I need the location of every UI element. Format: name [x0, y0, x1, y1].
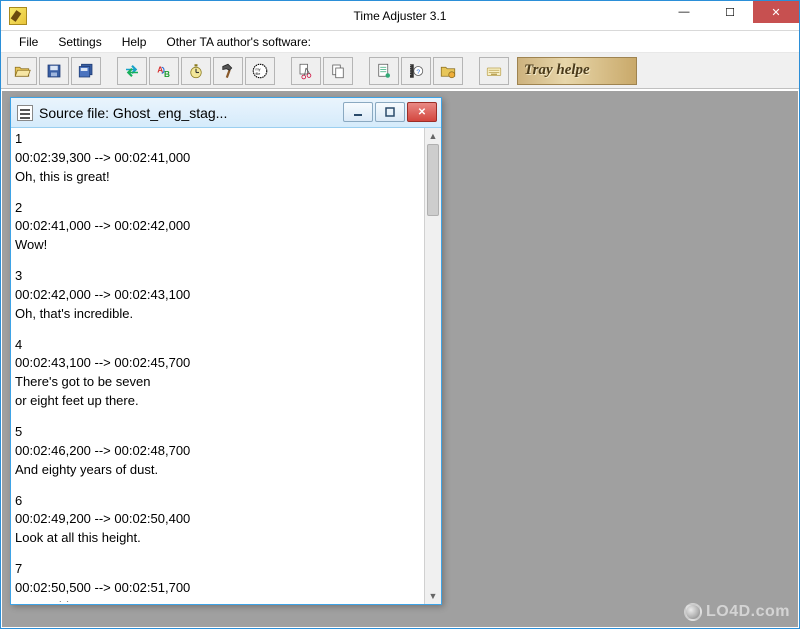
- subtitle-line: And eighty years of dust.: [15, 461, 423, 480]
- subtitle-entry[interactable]: 200:02:41,000 --> 00:02:42,000Wow!: [15, 199, 423, 256]
- menu-file[interactable]: File: [11, 33, 46, 51]
- child-close-button[interactable]: ✕: [407, 102, 437, 122]
- child-titlebar[interactable]: Source file: Ghost_eng_stag... ✕: [11, 98, 441, 128]
- subtitle-line: Oh, this is great!: [15, 168, 423, 187]
- scroll-down-arrow[interactable]: ▼: [425, 588, 441, 604]
- subtitle-entry[interactable]: 600:02:49,200 --> 00:02:50,400Look at al…: [15, 492, 423, 549]
- ab-icon: AB: [155, 62, 173, 80]
- folder-icon: [439, 62, 457, 80]
- subtitle-timecode: 00:02:42,000 --> 00:02:43,100: [15, 286, 423, 305]
- minimize-button[interactable]: —: [661, 1, 707, 23]
- save-button[interactable]: [39, 57, 69, 85]
- subtitle-timecode: 00:02:39,300 --> 00:02:41,000: [15, 149, 423, 168]
- save-all-button[interactable]: [71, 57, 101, 85]
- subtitle-timecode: 00:02:41,000 --> 00:02:42,000: [15, 217, 423, 236]
- source-file-window: Source file: Ghost_eng_stag... ✕ 100:02:…: [10, 97, 442, 605]
- subtitle-entry[interactable]: 700:02:50,500 --> 00:02:51,700We could p…: [15, 560, 423, 602]
- subtitle-index: 5: [15, 423, 423, 442]
- hammer-button[interactable]: [213, 57, 243, 85]
- tray-helper-banner[interactable]: Tray helpe: [517, 57, 637, 85]
- subtitle-line: or eight feet up there.: [15, 392, 423, 411]
- stopwatch-icon: [187, 62, 205, 80]
- svg-text:my: my: [256, 67, 261, 71]
- subtitle-entry[interactable]: 500:02:46,200 --> 00:02:48,700And eighty…: [15, 423, 423, 480]
- subtitle-timecode: 00:02:49,200 --> 00:02:50,400: [15, 510, 423, 529]
- subtitle-timecode: 00:02:46,200 --> 00:02:48,700: [15, 442, 423, 461]
- scroll-up-arrow[interactable]: ▲: [425, 128, 441, 144]
- menubar: File Settings Help Other TA author's sof…: [1, 31, 799, 53]
- floppy-icon: [45, 62, 63, 80]
- subtitle-line: There's got to be seven: [15, 373, 423, 392]
- hammer-icon: [219, 62, 237, 80]
- folder-open-icon: [13, 62, 31, 80]
- ab-button[interactable]: AB: [149, 57, 179, 85]
- svg-text:?: ?: [416, 69, 420, 76]
- subtitle-index: 1: [15, 130, 423, 149]
- copy-button[interactable]: [323, 57, 353, 85]
- arrows-icon: [123, 62, 141, 80]
- window-controls: — ☐ ✕: [661, 1, 799, 30]
- scroll-thumb[interactable]: [427, 144, 439, 216]
- subtitle-entry[interactable]: 300:02:42,000 --> 00:02:43,100Oh, that's…: [15, 267, 423, 324]
- app-icon: [9, 7, 27, 25]
- doc-a-button[interactable]: [369, 57, 399, 85]
- watermark: LO4D.com: [684, 603, 790, 621]
- cut-button[interactable]: [291, 57, 321, 85]
- clock-button[interactable]: [181, 57, 211, 85]
- doc-b-button[interactable]: ?: [401, 57, 431, 85]
- subtitle-line: Wow!: [15, 236, 423, 255]
- subtitle-entry[interactable]: 400:02:43,100 --> 00:02:45,700There's go…: [15, 336, 423, 411]
- keyboard-button[interactable]: [479, 57, 509, 85]
- vertical-scrollbar[interactable]: ▲ ▼: [424, 128, 441, 604]
- child-maximize-button[interactable]: [375, 102, 405, 122]
- menu-help[interactable]: Help: [114, 33, 155, 51]
- film-help-icon: ?: [407, 62, 425, 80]
- subtitle-index: 3: [15, 267, 423, 286]
- svg-text:B: B: [164, 70, 170, 79]
- doc-lines-icon: [375, 62, 393, 80]
- menu-other-software[interactable]: Other TA author's software:: [158, 33, 319, 51]
- document-icon: [17, 105, 33, 121]
- myfile-button[interactable]: myfile: [245, 57, 275, 85]
- child-window-title: Source file: Ghost_eng_stag...: [39, 105, 227, 121]
- open-button[interactable]: [7, 57, 37, 85]
- watermark-text: LO4D.com: [706, 603, 790, 621]
- subtitle-text-area[interactable]: 100:02:39,300 --> 00:02:41,000Oh, this i…: [15, 130, 423, 602]
- titlebar: Time Adjuster 3.1 — ☐ ✕: [1, 1, 799, 31]
- subtitle-line: Oh, that's incredible.: [15, 305, 423, 324]
- subtitle-line: We could put our: [15, 598, 423, 602]
- svg-text:file: file: [256, 71, 261, 75]
- subtitle-index: 4: [15, 336, 423, 355]
- subtitle-index: 2: [15, 199, 423, 218]
- keyboard-icon: [485, 62, 503, 80]
- subtitle-timecode: 00:02:43,100 --> 00:02:45,700: [15, 354, 423, 373]
- subtitle-index: 7: [15, 560, 423, 579]
- subtitle-editor[interactable]: 100:02:39,300 --> 00:02:41,000Oh, this i…: [11, 128, 441, 604]
- globe-icon: [684, 603, 702, 621]
- folder-button[interactable]: [433, 57, 463, 85]
- mdi-client-area: Source file: Ghost_eng_stag... ✕ 100:02:…: [2, 91, 798, 627]
- close-button[interactable]: ✕: [753, 1, 799, 23]
- convert-button[interactable]: [117, 57, 147, 85]
- maximize-button[interactable]: ☐: [707, 1, 753, 23]
- subtitle-timecode: 00:02:50,500 --> 00:02:51,700: [15, 579, 423, 598]
- copy-icon: [329, 62, 347, 80]
- subtitle-line: Look at all this height.: [15, 529, 423, 548]
- subtitle-index: 6: [15, 492, 423, 511]
- child-minimize-button[interactable]: [343, 102, 373, 122]
- floppy-stack-icon: [77, 62, 95, 80]
- cut-icon: [297, 62, 315, 80]
- seal-icon: myfile: [251, 62, 269, 80]
- toolbar: AB myfile ?: [1, 53, 799, 89]
- subtitle-entry[interactable]: 100:02:39,300 --> 00:02:41,000Oh, this i…: [15, 130, 423, 187]
- menu-settings[interactable]: Settings: [50, 33, 109, 51]
